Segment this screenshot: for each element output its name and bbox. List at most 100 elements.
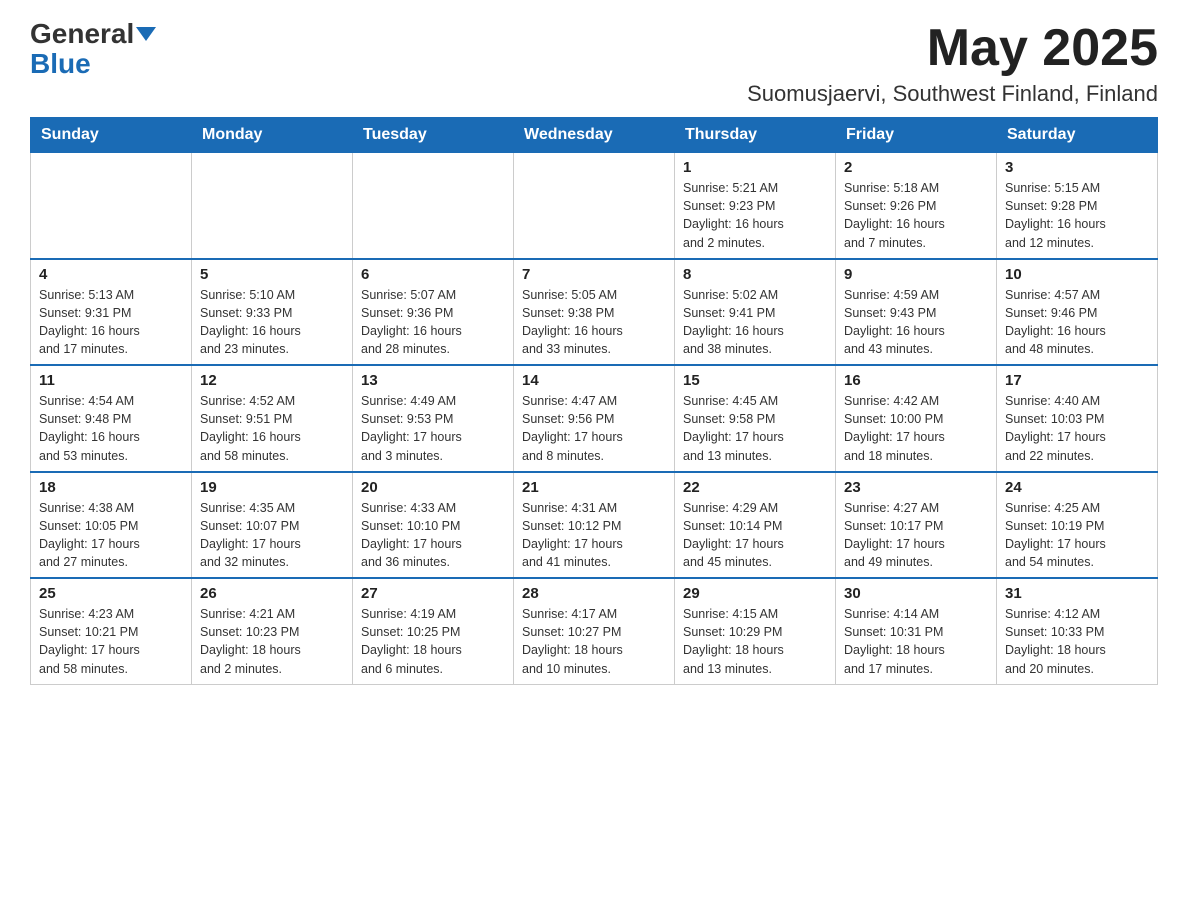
- day-number: 30: [844, 585, 988, 602]
- day-info: Sunrise: 4:45 AMSunset: 9:58 PMDaylight:…: [683, 392, 827, 465]
- day-info: Sunrise: 4:31 AMSunset: 10:12 PMDaylight…: [522, 499, 666, 572]
- day-info: Sunrise: 4:54 AMSunset: 9:48 PMDaylight:…: [39, 392, 183, 465]
- day-number: 8: [683, 266, 827, 283]
- weekday-header-sunday: Sunday: [31, 118, 192, 153]
- calendar-cell: 2 Sunrise: 5:18 AMSunset: 9:26 PMDaylight…: [836, 153, 997, 259]
- day-info: Sunrise: 5:10 AMSunset: 9:33 PMDaylight:…: [200, 286, 344, 359]
- calendar-week-row: 18 Sunrise: 4:38 AMSunset: 10:05 PMDaylig…: [31, 472, 1158, 579]
- calendar-cell: 7Sunrise: 5:05 AMSunset: 9:38 PMDaylight…: [514, 259, 675, 366]
- day-number: 12: [200, 372, 344, 389]
- day-info: Sunrise: 4:27 AMSunset: 10:17 PMDaylight…: [844, 499, 988, 572]
- logo-triangle-icon: [136, 27, 156, 41]
- weekday-header-friday: Friday: [836, 118, 997, 153]
- day-number: 21: [522, 479, 666, 496]
- calendar-cell: 6 Sunrise: 5:07 AMSunset: 9:36 PMDaylight…: [353, 259, 514, 366]
- day-info: Sunrise: 5:13 AMSunset: 9:31 PMDaylight:…: [39, 286, 183, 359]
- calendar-cell: 28 Sunrise: 4:17 AMSunset: 10:27 PMDaylig…: [514, 578, 675, 684]
- weekday-header-monday: Monday: [192, 118, 353, 153]
- day-number: 15: [683, 372, 827, 389]
- day-info: Sunrise: 4:35 AMSunset: 10:07 PMDaylight…: [200, 499, 344, 572]
- calendar-cell: 5 Sunrise: 5:10 AMSunset: 9:33 PMDaylight…: [192, 259, 353, 366]
- calendar-cell: 9 Sunrise: 4:59 AMSunset: 9:43 PMDaylight…: [836, 259, 997, 366]
- weekday-header-wednesday: Wednesday: [514, 118, 675, 153]
- day-info: Sunrise: 4:29 AMSunset: 10:14 PMDaylight…: [683, 499, 827, 572]
- day-info: Sunrise: 5:21 AMSunset: 9:23 PMDaylight:…: [683, 179, 827, 252]
- day-number: 29: [683, 585, 827, 602]
- day-info: Sunrise: 4:38 AMSunset: 10:05 PMDaylight…: [39, 499, 183, 572]
- day-info: Sunrise: 4:14 AMSunset: 10:31 PMDaylight…: [844, 605, 988, 678]
- calendar-cell: 16Sunrise: 4:42 AMSunset: 10:00 PMDaylig…: [836, 365, 997, 472]
- calendar-cell: 11Sunrise: 4:54 AMSunset: 9:48 PMDayligh…: [31, 365, 192, 472]
- day-info: Sunrise: 4:52 AMSunset: 9:51 PMDaylight:…: [200, 392, 344, 465]
- calendar-cell: 25Sunrise: 4:23 AMSunset: 10:21 PMDaylig…: [31, 578, 192, 684]
- calendar-cell: 10 Sunrise: 4:57 AMSunset: 9:46 PMDayligh…: [997, 259, 1158, 366]
- day-info: Sunrise: 4:17 AMSunset: 10:27 PMDaylight…: [522, 605, 666, 678]
- logo: General Blue: [30, 20, 156, 80]
- day-number: 5: [200, 266, 344, 283]
- day-info: Sunrise: 5:18 AMSunset: 9:26 PMDaylight:…: [844, 179, 988, 252]
- calendar-cell: 27 Sunrise: 4:19 AMSunset: 10:25 PMDaylig…: [353, 578, 514, 684]
- day-info: Sunrise: 4:59 AMSunset: 9:43 PMDaylight:…: [844, 286, 988, 359]
- day-number: 31: [1005, 585, 1149, 602]
- weekday-header-saturday: Saturday: [997, 118, 1158, 153]
- calendar-cell: 20 Sunrise: 4:33 AMSunset: 10:10 PMDaylig…: [353, 472, 514, 579]
- day-number: 10: [1005, 266, 1149, 283]
- day-number: 2: [844, 159, 988, 176]
- calendar-cell: 19 Sunrise: 4:35 AMSunset: 10:07 PMDaylig…: [192, 472, 353, 579]
- day-number: 9: [844, 266, 988, 283]
- day-number: 27: [361, 585, 505, 602]
- day-number: 22: [683, 479, 827, 496]
- day-number: 16: [844, 372, 988, 389]
- day-number: 24: [1005, 479, 1149, 496]
- calendar-cell: 3 Sunrise: 5:15 AMSunset: 9:28 PMDaylight…: [997, 153, 1158, 259]
- day-number: 20: [361, 479, 505, 496]
- calendar-cell: 12 Sunrise: 4:52 AMSunset: 9:51 PMDayligh…: [192, 365, 353, 472]
- logo-text-blue: Blue: [30, 48, 91, 79]
- day-info: Sunrise: 4:33 AMSunset: 10:10 PMDaylight…: [361, 499, 505, 572]
- calendar-week-row: 4 Sunrise: 5:13 AMSunset: 9:31 PMDaylight…: [31, 259, 1158, 366]
- calendar-cell: 31Sunrise: 4:12 AMSunset: 10:33 PMDaylig…: [997, 578, 1158, 684]
- calendar-cell: 1 Sunrise: 5:21 AMSunset: 9:23 PMDaylight…: [675, 153, 836, 259]
- calendar-cell: 30 Sunrise: 4:14 AMSunset: 10:31 PMDaylig…: [836, 578, 997, 684]
- day-info: Sunrise: 5:15 AMSunset: 9:28 PMDaylight:…: [1005, 179, 1149, 252]
- calendar-cell: 21 Sunrise: 4:31 AMSunset: 10:12 PMDaylig…: [514, 472, 675, 579]
- day-info: Sunrise: 5:07 AMSunset: 9:36 PMDaylight:…: [361, 286, 505, 359]
- day-number: 6: [361, 266, 505, 283]
- calendar-cell: 18 Sunrise: 4:38 AMSunset: 10:05 PMDaylig…: [31, 472, 192, 579]
- calendar-cell: 13Sunrise: 4:49 AMSunset: 9:53 PMDayligh…: [353, 365, 514, 472]
- day-number: 19: [200, 479, 344, 496]
- calendar-cell: 4 Sunrise: 5:13 AMSunset: 9:31 PMDaylight…: [31, 259, 192, 366]
- day-info: Sunrise: 4:25 AMSunset: 10:19 PMDaylight…: [1005, 499, 1149, 572]
- calendar-cell: 8Sunrise: 5:02 AMSunset: 9:41 PMDaylight…: [675, 259, 836, 366]
- calendar-week-row: 25Sunrise: 4:23 AMSunset: 10:21 PMDaylig…: [31, 578, 1158, 684]
- day-info: Sunrise: 4:40 AMSunset: 10:03 PMDaylight…: [1005, 392, 1149, 465]
- day-number: 3: [1005, 159, 1149, 176]
- day-number: 13: [361, 372, 505, 389]
- day-info: Sunrise: 4:19 AMSunset: 10:25 PMDaylight…: [361, 605, 505, 678]
- weekday-header-tuesday: Tuesday: [353, 118, 514, 153]
- calendar-cell: 26Sunrise: 4:21 AMSunset: 10:23 PMDaylig…: [192, 578, 353, 684]
- calendar-cell: [31, 153, 192, 259]
- day-number: 28: [522, 585, 666, 602]
- day-info: Sunrise: 4:47 AMSunset: 9:56 PMDaylight:…: [522, 392, 666, 465]
- day-number: 23: [844, 479, 988, 496]
- calendar-cell: 14 Sunrise: 4:47 AMSunset: 9:56 PMDayligh…: [514, 365, 675, 472]
- weekday-header-thursday: Thursday: [675, 118, 836, 153]
- title-block: May 2025 Suomusjaervi, Southwest Finland…: [747, 20, 1158, 107]
- day-number: 26: [200, 585, 344, 602]
- day-number: 4: [39, 266, 183, 283]
- calendar-cell: [514, 153, 675, 259]
- day-number: 18: [39, 479, 183, 496]
- location-title: Suomusjaervi, Southwest Finland, Finland: [747, 81, 1158, 107]
- calendar-cell: 23 Sunrise: 4:27 AMSunset: 10:17 PMDaylig…: [836, 472, 997, 579]
- calendar-week-row: 1 Sunrise: 5:21 AMSunset: 9:23 PMDaylight…: [31, 153, 1158, 259]
- calendar-cell: [353, 153, 514, 259]
- calendar-week-row: 11Sunrise: 4:54 AMSunset: 9:48 PMDayligh…: [31, 365, 1158, 472]
- day-info: Sunrise: 4:15 AMSunset: 10:29 PMDaylight…: [683, 605, 827, 678]
- calendar-header-row: SundayMondayTuesdayWednesdayThursdayFrid…: [31, 118, 1158, 153]
- calendar-table: SundayMondayTuesdayWednesdayThursdayFrid…: [30, 117, 1158, 685]
- day-info: Sunrise: 4:57 AMSunset: 9:46 PMDaylight:…: [1005, 286, 1149, 359]
- day-info: Sunrise: 5:05 AMSunset: 9:38 PMDaylight:…: [522, 286, 666, 359]
- day-number: 1: [683, 159, 827, 176]
- day-number: 14: [522, 372, 666, 389]
